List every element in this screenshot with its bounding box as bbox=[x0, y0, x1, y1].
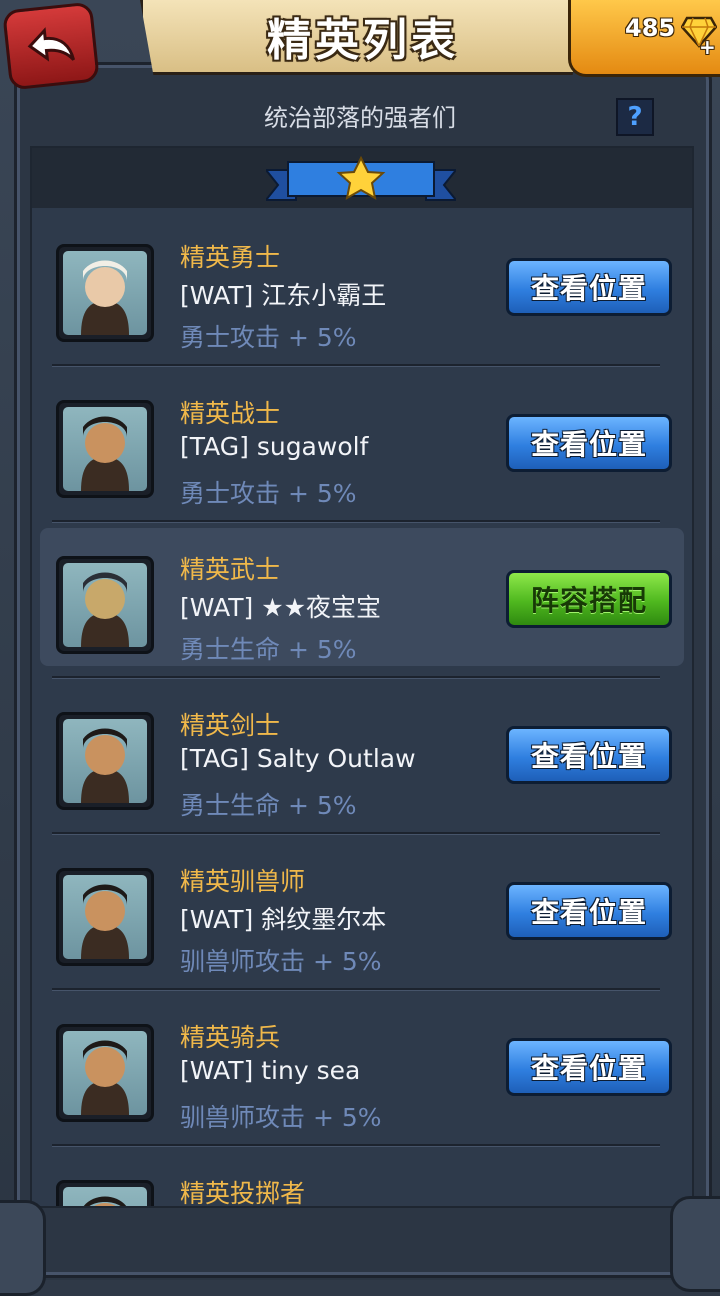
bonus-text: 勇士攻击 + 5% bbox=[180, 323, 357, 352]
view-location-button[interactable]: 查看位置 bbox=[506, 414, 672, 472]
star-ribbon-icon bbox=[266, 156, 456, 201]
elite-row: 精英投掷者 bbox=[32, 1146, 692, 1208]
hero-avatar bbox=[56, 868, 154, 966]
bonus-text: 勇士攻击 + 5% bbox=[180, 479, 357, 508]
player-name: [TAG] sugawolf bbox=[180, 432, 369, 461]
elite-rank: 精英驯兽师 bbox=[180, 867, 306, 896]
elite-list: 精英勇士 [WAT] 江东小霸王 勇士攻击 + 5% 查看位置 精英战士 [TA… bbox=[32, 210, 692, 1208]
bonus-text: 驯兽师攻击 + 5% bbox=[180, 1103, 382, 1132]
view-location-button[interactable]: 查看位置 bbox=[506, 726, 672, 784]
back-arrow-icon bbox=[27, 27, 76, 62]
hero-avatar bbox=[56, 400, 154, 498]
bonus-text: 勇士生命 + 5% bbox=[180, 635, 357, 664]
hero-portrait bbox=[63, 1187, 147, 1206]
corner-rock-left bbox=[0, 1200, 46, 1296]
elite-rank: 精英投掷者 bbox=[180, 1179, 306, 1208]
plus-icon: + bbox=[699, 35, 716, 59]
title-banner: 精英列表 bbox=[140, 0, 586, 75]
elite-rank: 精英剑士 bbox=[180, 711, 281, 740]
corner-rock-right bbox=[670, 1196, 720, 1292]
elite-row: 精英驯兽师 [WAT] 斜纹墨尔本 驯兽师攻击 + 5% 查看位置 bbox=[32, 834, 692, 990]
hero-avatar bbox=[56, 1024, 154, 1122]
hero-portrait bbox=[63, 251, 147, 335]
back-button[interactable] bbox=[2, 1, 100, 91]
player-name: [WAT] 斜纹墨尔本 bbox=[180, 905, 387, 934]
elite-row: 精英剑士 [TAG] Salty Outlaw 勇士生命 + 5% 查看位置 bbox=[32, 678, 692, 834]
elite-row: 精英骑兵 [WAT] tiny sea 驯兽师攻击 + 5% 查看位置 bbox=[32, 990, 692, 1146]
view-location-button[interactable]: 查看位置 bbox=[506, 882, 672, 940]
player-name: [WAT] tiny sea bbox=[180, 1056, 361, 1085]
panel-header bbox=[32, 148, 692, 208]
bonus-text: 驯兽师攻击 + 5% bbox=[180, 947, 382, 976]
help-button[interactable]: ? bbox=[616, 98, 654, 136]
hero-avatar bbox=[56, 244, 154, 342]
hero-portrait bbox=[63, 1031, 147, 1115]
bonus-text: 勇士生命 + 5% bbox=[180, 791, 357, 820]
view-location-button[interactable]: 查看位置 bbox=[506, 1038, 672, 1096]
view-location-button[interactable]: 查看位置 bbox=[506, 258, 672, 316]
lineup-button[interactable]: 阵容搭配 bbox=[506, 570, 672, 628]
elite-row: 精英武士 [WAT] ★★夜宝宝 勇士生命 + 5% 阵容搭配 bbox=[32, 522, 692, 678]
elite-rank: 精英骑兵 bbox=[180, 1023, 281, 1052]
player-name: [WAT] 江东小霸王 bbox=[180, 281, 387, 310]
elite-list-panel[interactable]: 精英勇士 [WAT] 江东小霸王 勇士攻击 + 5% 查看位置 精英战士 [TA… bbox=[30, 146, 694, 1208]
page-title: 精英列表 bbox=[267, 15, 459, 66]
page-subtitle: 统治部落的强者们 bbox=[264, 104, 456, 132]
player-name: [WAT] ★★夜宝宝 bbox=[180, 593, 382, 622]
elite-rank: 精英武士 bbox=[180, 555, 281, 584]
elite-row: 精英战士 [TAG] sugawolf 勇士攻击 + 5% 查看位置 bbox=[32, 366, 692, 522]
gem-count: 485 bbox=[625, 14, 676, 42]
elite-rank: 精英勇士 bbox=[180, 243, 281, 272]
player-name: [TAG] Salty Outlaw bbox=[180, 744, 416, 773]
elite-row: 精英勇士 [WAT] 江东小霸王 勇士攻击 + 5% 查看位置 bbox=[32, 210, 692, 366]
hero-portrait bbox=[63, 563, 147, 647]
hero-avatar bbox=[56, 712, 154, 810]
gem-counter-button[interactable]: 485 + bbox=[568, 0, 720, 77]
hero-avatar bbox=[56, 556, 154, 654]
hero-avatar bbox=[56, 1180, 154, 1206]
elite-rank: 精英战士 bbox=[180, 399, 281, 428]
hero-portrait bbox=[63, 719, 147, 803]
hero-portrait bbox=[63, 875, 147, 959]
hero-portrait bbox=[63, 407, 147, 491]
